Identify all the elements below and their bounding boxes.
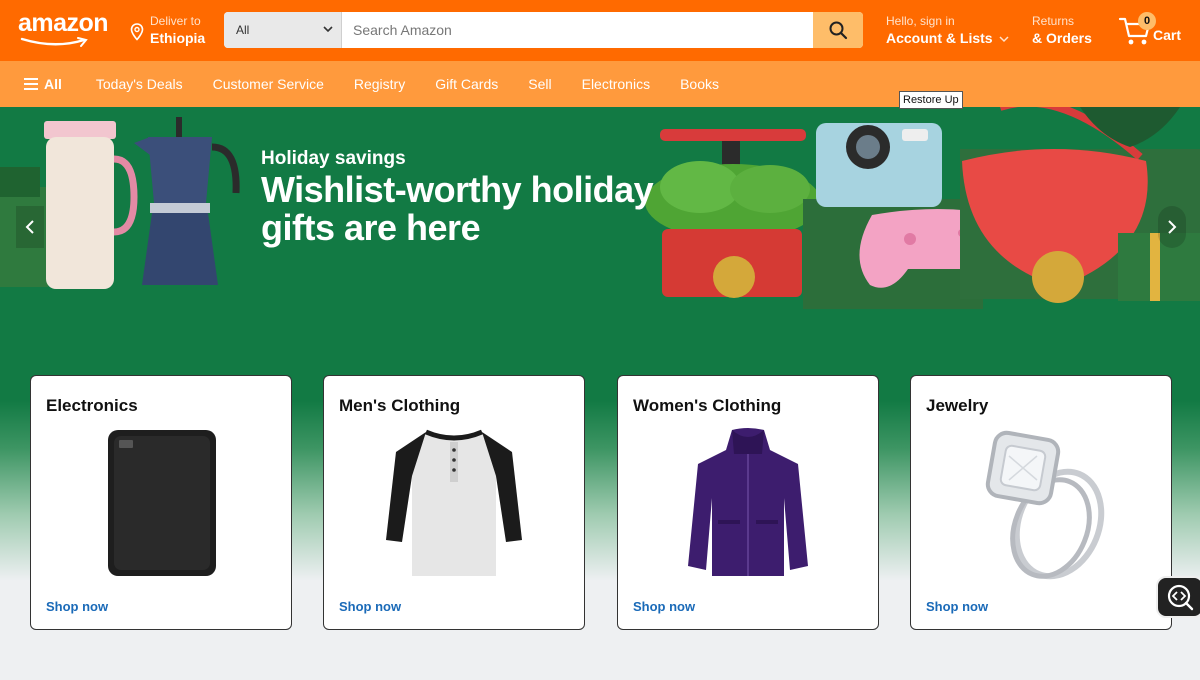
category-card-electronics[interactable]: Electronics Shop now [30, 375, 292, 630]
location-pin-icon [130, 23, 144, 41]
purple-jacket-image [688, 428, 808, 576]
shop-now-link[interactable]: Shop now [46, 599, 108, 614]
code-search-icon [1167, 584, 1194, 611]
hero-title: Wishlist-worthy holiday gifts are here [261, 169, 654, 248]
cart-button[interactable]: 0 Cart [1118, 12, 1188, 50]
account-lists[interactable]: Hello, sign in Account & Lists [886, 14, 1009, 47]
chevron-left-icon [25, 220, 34, 234]
nav-bar: All Today's Deals Customer Service Regis… [0, 61, 1200, 107]
search-icon [829, 21, 848, 40]
smile-arrow-icon [20, 37, 88, 47]
logo-text: amazon [18, 9, 109, 37]
chevron-down-icon [323, 26, 333, 33]
chevron-right-icon [1168, 220, 1177, 234]
carousel-next-button[interactable] [1158, 206, 1186, 248]
nav-item-electronics[interactable]: Electronics [582, 76, 650, 92]
search-category-value: All [236, 23, 250, 37]
nav-item-registry[interactable]: Registry [354, 76, 405, 92]
shop-now-link[interactable]: Shop now [926, 599, 988, 614]
diamond-ring-image [985, 430, 1105, 580]
floating-tool-button[interactable] [1156, 576, 1200, 618]
search-button[interactable] [813, 12, 863, 48]
category-card-womens-clothing[interactable]: Women's Clothing Shop now [617, 375, 879, 630]
account-label: Account & Lists [886, 30, 993, 46]
account-greeting: Hello, sign in [886, 14, 955, 28]
returns-orders[interactable]: Returns & Orders [1032, 14, 1092, 47]
nav-all-label: All [44, 76, 62, 92]
search-bar: All [224, 12, 863, 48]
nav-item-sell[interactable]: Sell [528, 76, 551, 92]
category-card-mens-clothing[interactable]: Men's Clothing Shop now [323, 375, 585, 630]
tooltip: Restore Up [899, 91, 963, 109]
top-header: amazon Deliver to Ethiopia All Search Am… [0, 0, 1200, 61]
shop-now-link[interactable]: Shop now [339, 599, 401, 614]
category-card-jewelry[interactable]: Jewelry Shop now [910, 375, 1172, 630]
nav-item-books[interactable]: Books [680, 76, 719, 92]
search-category-select[interactable]: All [224, 12, 342, 48]
cart-label: Cart [1153, 27, 1182, 43]
hard-drive-image [108, 430, 216, 576]
card-title: Jewelry [926, 396, 989, 415]
chevron-down-icon [999, 36, 1009, 43]
carousel-prev-button[interactable] [16, 206, 44, 248]
search-input[interactable] [342, 12, 813, 48]
card-title: Women's Clothing [633, 396, 782, 415]
orders-label: & Orders [1032, 30, 1092, 46]
shop-now-link[interactable]: Shop now [633, 599, 695, 614]
hamburger-menu-icon [24, 78, 38, 90]
amazon-logo[interactable]: amazon [18, 9, 109, 47]
nav-item-gift-cards[interactable]: Gift Cards [435, 76, 498, 92]
nav-item-todays-deals[interactable]: Today's Deals [96, 76, 183, 92]
nav-all-menu[interactable]: All [24, 76, 62, 92]
deliver-to[interactable]: Deliver to Ethiopia [130, 14, 205, 48]
henley-shirt-image [386, 429, 522, 576]
returns-label: Returns [1032, 14, 1075, 28]
nav-item-customer-service[interactable]: Customer Service [213, 76, 324, 92]
hero-eyebrow: Holiday savings [261, 148, 406, 169]
deliver-location: Ethiopia [150, 30, 206, 46]
deliver-label: Deliver to [150, 14, 201, 28]
card-title: Electronics [46, 396, 138, 415]
card-title: Men's Clothing [339, 396, 461, 415]
